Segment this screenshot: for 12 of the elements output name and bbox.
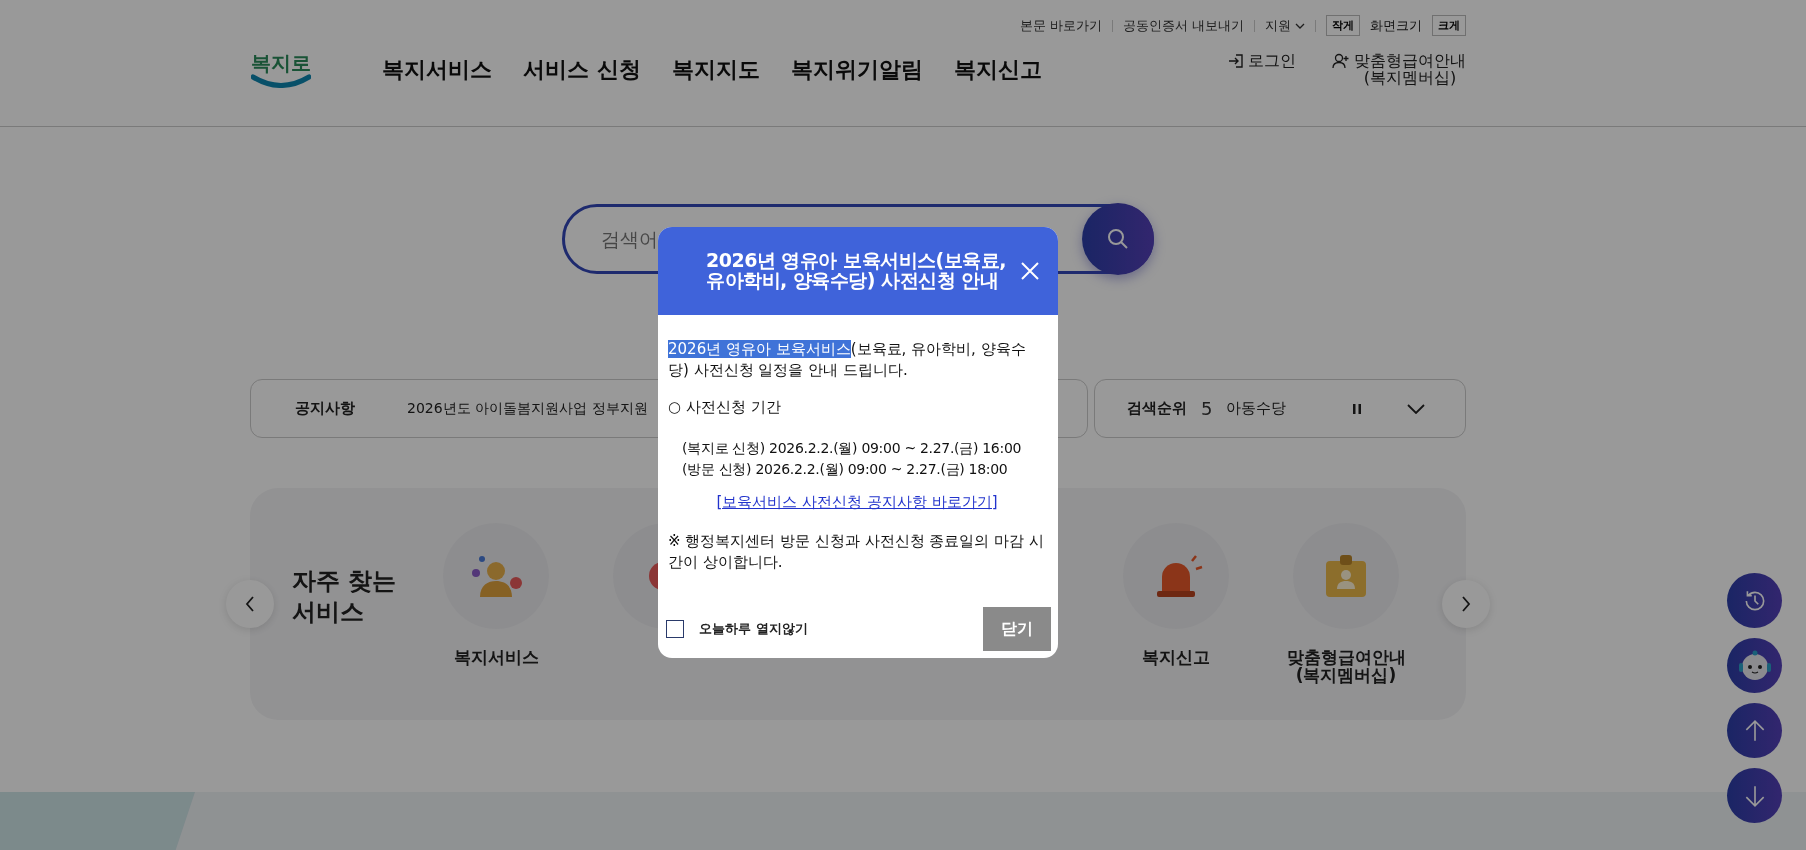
schedule-line: (방문 신청) 2026.2.2.(월) 09:00 ~ 2.27.(금) 18:00 bbox=[682, 460, 1009, 479]
schedule-line: (복지로 신청) 2026.2.2.(월) 09:00 ~ 2.27.(금) 16:00 bbox=[682, 439, 1023, 458]
ranking-label: 검색순위 bbox=[1127, 399, 1187, 418]
section-heading: ○ 사전신청 기간 bbox=[668, 397, 782, 418]
rank-number: 5 bbox=[1201, 398, 1213, 419]
popup-title: 2026년 영유아 보육서비스(보육료, 유아학비, 양육수당) 사전신청 안내 bbox=[706, 251, 1007, 291]
deadline-note: ※ 행정복지센터 방문 신청과 사전신청 종료일의 마감 시간이 상이합니다. bbox=[668, 531, 1045, 573]
quick-services-title: 자주 찾는 서비스 bbox=[292, 565, 398, 628]
checkbox-label: 오늘하루 열지않기 bbox=[699, 620, 808, 638]
popup-intro: 2026년 영유아 보육서비스(보육료, 유아학비, 양육수당) 사전신청 일정을 안내 드립니다. bbox=[668, 339, 1027, 381]
font-size-label: 화면크기 bbox=[1370, 16, 1422, 35]
notice-label: 공지사항 bbox=[295, 399, 355, 418]
